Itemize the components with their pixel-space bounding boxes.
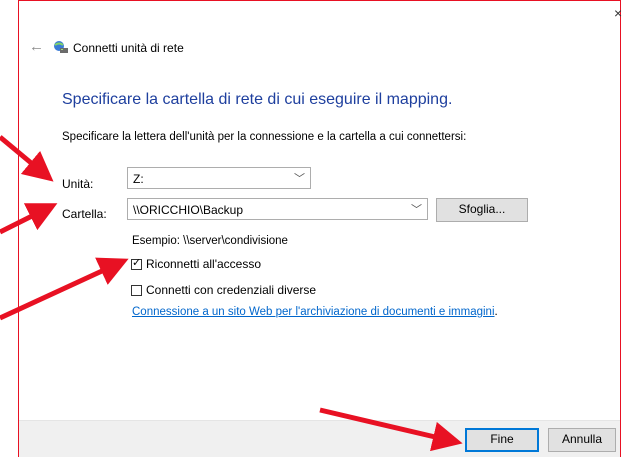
instruction-text: Specificare la lettera dell'unità per la… [62, 131, 467, 143]
checkmark-icon: ✓ [132, 256, 142, 269]
browse-button[interactable]: Sfoglia... [436, 198, 528, 222]
finish-button[interactable]: Fine [465, 428, 539, 452]
folder-combobox[interactable]: \\ORICCHIO\Backup ﹀ [127, 198, 428, 220]
cancel-button[interactable]: Annulla [548, 428, 616, 452]
drive-select[interactable]: Z: ﹀ [127, 167, 311, 189]
drive-select-value: Z: [133, 172, 144, 186]
folder-label: Cartella: [62, 207, 107, 221]
example-text: Esempio: \\server\condivisione [132, 235, 288, 247]
folder-combobox-value: \\ORICCHIO\Backup [133, 203, 244, 217]
page-title: Specificare la cartella di rete di cui e… [62, 91, 453, 108]
close-icon[interactable]: × [614, 5, 622, 21]
back-arrow-icon[interactable]: ← [29, 38, 44, 55]
reconnect-label: Riconnetti all'accesso [146, 257, 262, 271]
web-site-link[interactable]: Connessione a un sito Web per l'archivia… [132, 306, 498, 318]
credentials-checkbox-row[interactable]: Connetti con credenziali diverse [131, 283, 316, 297]
link-period: . [494, 306, 498, 318]
credentials-label: Connetti con credenziali diverse [146, 283, 317, 297]
reconnect-checkbox-row[interactable]: ✓ Riconnetti all'accesso [131, 257, 261, 271]
drive-label: Unità: [62, 177, 94, 191]
web-site-link-text[interactable]: Connessione a un sito Web per l'archivia… [132, 306, 495, 318]
chevron-down-icon[interactable]: ﹀ [411, 201, 422, 217]
window-title: Connetti unità di rete [73, 41, 184, 55]
chevron-down-icon: ﹀ [294, 173, 305, 185]
reconnect-checkbox[interactable]: ✓ [131, 256, 142, 270]
credentials-checkbox[interactable] [131, 284, 142, 296]
dialog-window [18, 0, 621, 457]
network-drive-icon [54, 41, 68, 53]
